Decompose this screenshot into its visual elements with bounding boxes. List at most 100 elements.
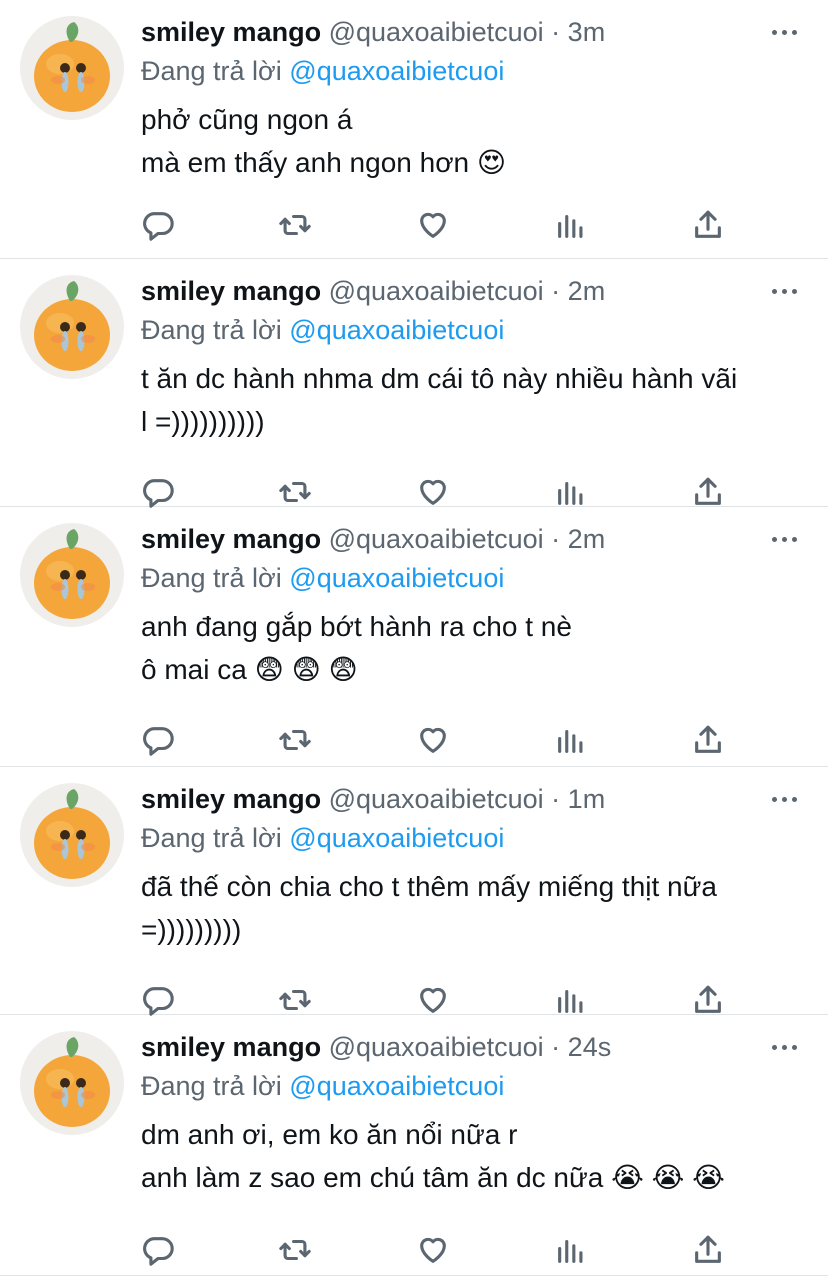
user-handle[interactable]: @quaxoaibietcuoi xyxy=(329,524,544,554)
user-handle[interactable]: @quaxoaibietcuoi xyxy=(329,17,544,47)
more-icon[interactable] xyxy=(772,22,798,42)
replying-to: Đang trả lời @quaxoaibietcuoi xyxy=(141,1068,504,1104)
tweet[interactable]: smiley mango @quaxoaibietcuoi · 2m Đang … xyxy=(0,507,828,767)
stats-icon[interactable] xyxy=(551,472,591,512)
user-handle[interactable]: @quaxoaibietcuoi xyxy=(329,1032,544,1062)
reply-icon[interactable] xyxy=(138,472,178,512)
stats-icon[interactable] xyxy=(551,205,591,245)
avatar[interactable] xyxy=(20,275,124,379)
tweet-text-line: phở cũng ngon á xyxy=(141,104,353,135)
more-icon[interactable] xyxy=(772,789,798,809)
separator-dot: · xyxy=(551,784,561,814)
retweet-icon[interactable] xyxy=(275,472,315,512)
display-name[interactable]: smiley mango xyxy=(141,1032,321,1062)
tweet-text-line: ô mai ca 😨 😨 😨 xyxy=(141,654,358,685)
more-icon[interactable] xyxy=(772,529,798,549)
action-bar xyxy=(0,205,828,245)
reply-icon[interactable] xyxy=(138,1230,178,1270)
share-icon[interactable] xyxy=(688,980,728,1020)
tweet-header: smiley mango @quaxoaibietcuoi · 3m xyxy=(141,12,768,52)
tweet-header: smiley mango @quaxoaibietcuoi · 2m xyxy=(141,519,768,559)
tweet-text-line: t ăn dc hành nhma dm cái tô này nhiều hà… xyxy=(141,363,738,394)
heart-icon[interactable] xyxy=(413,720,453,760)
reply-icon[interactable] xyxy=(138,980,178,1020)
mango-avatar xyxy=(34,22,110,112)
reply-icon[interactable] xyxy=(138,205,178,245)
mango-avatar xyxy=(34,789,110,879)
action-bar xyxy=(0,472,828,512)
action-bar xyxy=(0,720,828,760)
tweet-feed: smiley mango @quaxoaibietcuoi · 3m Đang … xyxy=(0,0,828,1276)
timestamp[interactable]: 1m xyxy=(568,784,606,814)
retweet-icon[interactable] xyxy=(275,980,315,1020)
timestamp[interactable]: 2m xyxy=(568,524,606,554)
tweet-text-line: mà em thấy anh ngon hơn 😍 xyxy=(141,147,507,178)
action-bar xyxy=(0,1230,828,1270)
tweet[interactable]: smiley mango @quaxoaibietcuoi · 1m Đang … xyxy=(0,767,828,1016)
heart-icon[interactable] xyxy=(413,980,453,1020)
replying-prefix: Đang trả lời xyxy=(141,823,282,853)
display-name[interactable]: smiley mango xyxy=(141,524,321,554)
reply-icon[interactable] xyxy=(138,720,178,760)
avatar[interactable] xyxy=(20,1031,124,1135)
user-handle[interactable]: @quaxoaibietcuoi xyxy=(329,276,544,306)
avatar[interactable] xyxy=(20,16,124,120)
mention-link[interactable]: @quaxoaibietcuoi xyxy=(289,56,504,86)
separator-dot: · xyxy=(551,1032,561,1062)
more-icon[interactable] xyxy=(772,1037,798,1057)
timestamp[interactable]: 2m xyxy=(568,276,606,306)
share-icon[interactable] xyxy=(688,720,728,760)
share-icon[interactable] xyxy=(688,472,728,512)
mention-link[interactable]: @quaxoaibietcuoi xyxy=(289,563,504,593)
tweet-header: smiley mango @quaxoaibietcuoi · 2m xyxy=(141,271,768,311)
separator-dot: · xyxy=(551,276,561,306)
tweet-text-line: l =)))))))))) xyxy=(141,406,265,437)
tweet-header: smiley mango @quaxoaibietcuoi · 24s xyxy=(141,1027,768,1067)
tweet-text-line: anh làm z sao em chú tâm ăn dc nữa 😭 😭 😭 xyxy=(141,1162,725,1193)
retweet-icon[interactable] xyxy=(275,205,315,245)
display-name[interactable]: smiley mango xyxy=(141,17,321,47)
mango-avatar xyxy=(34,1037,110,1127)
replying-to: Đang trả lời @quaxoaibietcuoi xyxy=(141,560,504,596)
stats-icon[interactable] xyxy=(551,1230,591,1270)
retweet-icon[interactable] xyxy=(275,720,315,760)
heart-icon[interactable] xyxy=(413,205,453,245)
share-icon[interactable] xyxy=(688,205,728,245)
avatar[interactable] xyxy=(20,783,124,887)
share-icon[interactable] xyxy=(688,1230,728,1270)
retweet-icon[interactable] xyxy=(275,1230,315,1270)
display-name[interactable]: smiley mango xyxy=(141,276,321,306)
heart-icon[interactable] xyxy=(413,472,453,512)
timestamp[interactable]: 3m xyxy=(568,17,606,47)
stats-icon[interactable] xyxy=(551,720,591,760)
replying-prefix: Đang trả lời xyxy=(141,1071,282,1101)
tweet-text: đã thế còn chia cho t thêm mấy miếng thị… xyxy=(141,865,811,951)
tweet-text-line: dm anh ơi, em ko ăn nổi nữa r xyxy=(141,1119,518,1150)
replying-to: Đang trả lời @quaxoaibietcuoi xyxy=(141,312,504,348)
replying-to: Đang trả lời @quaxoaibietcuoi xyxy=(141,820,504,856)
tweet[interactable]: smiley mango @quaxoaibietcuoi · 3m Đang … xyxy=(0,0,828,259)
mention-link[interactable]: @quaxoaibietcuoi xyxy=(289,823,504,853)
replying-prefix: Đang trả lời xyxy=(141,563,282,593)
replying-to: Đang trả lời @quaxoaibietcuoi xyxy=(141,53,504,89)
tweet-text-line: đã thế còn chia cho t thêm mấy miếng thị… xyxy=(141,871,717,902)
stats-icon[interactable] xyxy=(551,980,591,1020)
tweet[interactable]: smiley mango @quaxoaibietcuoi · 2m Đang … xyxy=(0,259,828,508)
action-bar xyxy=(0,980,828,1020)
tweet-text: dm anh ơi, em ko ăn nổi nữa r anh làm z s… xyxy=(141,1113,811,1199)
tweet-text-line: anh đang gắp bớt hành ra cho t nè xyxy=(141,611,572,642)
timestamp[interactable]: 24s xyxy=(568,1032,612,1062)
more-icon[interactable] xyxy=(772,281,798,301)
user-handle[interactable]: @quaxoaibietcuoi xyxy=(329,784,544,814)
avatar[interactable] xyxy=(20,523,124,627)
heart-icon[interactable] xyxy=(413,1230,453,1270)
display-name[interactable]: smiley mango xyxy=(141,784,321,814)
tweet-text: t ăn dc hành nhma dm cái tô này nhiều hà… xyxy=(141,357,811,443)
replying-prefix: Đang trả lời xyxy=(141,56,282,86)
separator-dot: · xyxy=(551,17,561,47)
mention-link[interactable]: @quaxoaibietcuoi xyxy=(289,1071,504,1101)
tweet[interactable]: smiley mango @quaxoaibietcuoi · 24s Đang… xyxy=(0,1015,828,1276)
mango-avatar xyxy=(34,529,110,619)
mention-link[interactable]: @quaxoaibietcuoi xyxy=(289,315,504,345)
tweet-text: anh đang gắp bớt hành ra cho t nè ô mai c… xyxy=(141,605,811,691)
